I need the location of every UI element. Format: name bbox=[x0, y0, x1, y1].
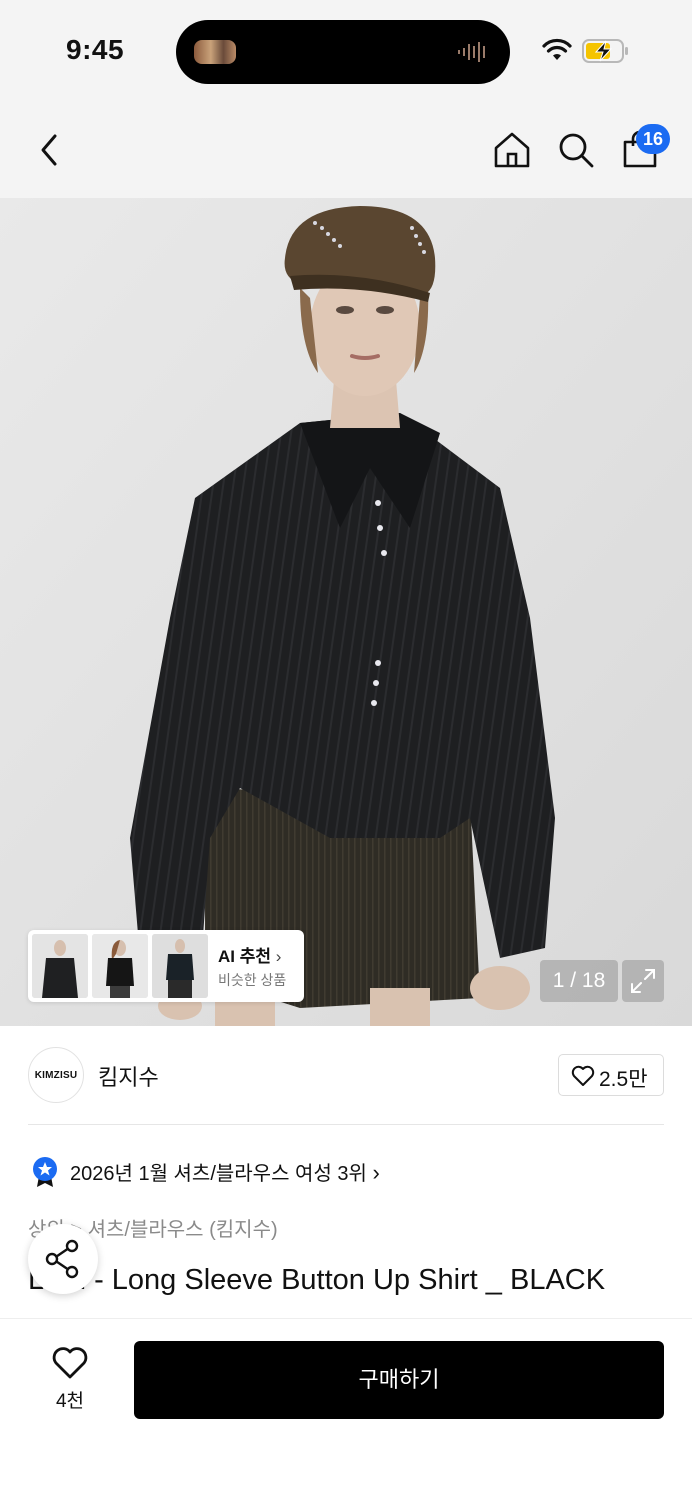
expand-icon[interactable] bbox=[622, 960, 664, 1002]
similar-product-thumbnail[interactable] bbox=[92, 934, 148, 998]
share-button[interactable] bbox=[28, 1224, 98, 1294]
ranking-link[interactable]: 2026년 1월 셔츠/블라우스 여성 3위 › bbox=[70, 1157, 380, 1186]
audio-wave-icon bbox=[458, 42, 485, 62]
heart-icon bbox=[571, 1065, 595, 1086]
brand-name[interactable]: 킴지수 bbox=[98, 1060, 159, 1092]
brand-like-count: 2.5만 bbox=[599, 1068, 648, 1091]
wishlist-count: 4천 bbox=[55, 1391, 85, 1412]
image-counter: 1 / 18 bbox=[540, 960, 618, 1002]
ai-recommend-subtitle: 비슷한 상품 bbox=[218, 972, 287, 988]
cart-count-badge: 16 bbox=[636, 124, 670, 154]
buy-button[interactable]: 구매하기 bbox=[134, 1341, 664, 1419]
ai-recommend-card[interactable]: AI 추천 › 비슷한 상품 bbox=[28, 930, 304, 1002]
similar-product-thumbnail[interactable] bbox=[152, 934, 208, 998]
heart-icon bbox=[52, 1347, 88, 1379]
home-icon[interactable] bbox=[490, 128, 534, 172]
back-button[interactable] bbox=[30, 130, 70, 170]
product-image[interactable] bbox=[0, 198, 692, 1026]
now-playing-thumbnail bbox=[194, 40, 236, 64]
ranking-badge-icon bbox=[33, 1157, 57, 1187]
search-icon[interactable] bbox=[554, 128, 598, 172]
battery-charging-icon bbox=[582, 39, 628, 63]
divider bbox=[28, 1124, 664, 1125]
wishlist-button[interactable]: 4천 bbox=[40, 1342, 100, 1414]
brand-like-button[interactable]: 2.5만 bbox=[558, 1054, 664, 1096]
brand-logo[interactable]: KIMZISU bbox=[28, 1047, 84, 1103]
dynamic-island[interactable] bbox=[176, 20, 510, 84]
status-time: 9:45 bbox=[66, 34, 125, 65]
similar-product-thumbnail[interactable] bbox=[32, 934, 88, 998]
wifi-icon bbox=[542, 38, 572, 60]
product-title: Lizzi - Long Sleeve Button Up Shirt _ BL… bbox=[28, 1264, 606, 1296]
ai-recommend-title: AI 추천 › bbox=[218, 947, 282, 966]
